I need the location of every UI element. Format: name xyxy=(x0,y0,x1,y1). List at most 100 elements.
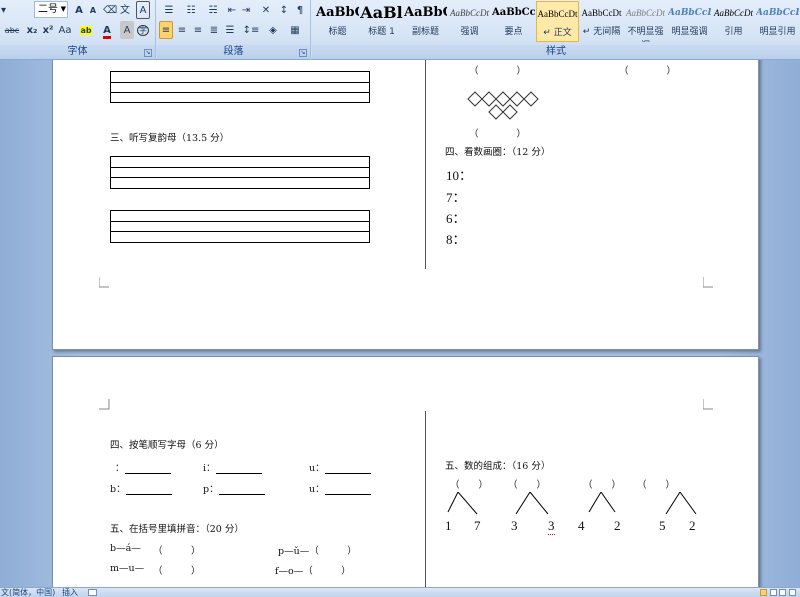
style-item[interactable]: AaBbCcDt 明显引用 xyxy=(756,1,799,42)
style-item[interactable]: AaBbCcD 要点 xyxy=(492,1,535,42)
show-marks-button[interactable]: ¶ xyxy=(293,1,307,19)
web-layout-view-icon[interactable] xyxy=(779,589,787,596)
style-item[interactable]: AaBbCcDt ↵ 正文 xyxy=(536,1,579,42)
border-grid-icon: ▦ xyxy=(290,25,300,36)
align-left-icon: ≡ xyxy=(161,25,171,36)
style-item[interactable]: AaBbC 副标题 xyxy=(404,1,447,42)
writing-box[interactable] xyxy=(110,210,370,243)
decomp-paren[interactable]: （ ） xyxy=(508,477,546,491)
letter-blank[interactable] xyxy=(324,465,371,474)
sort-icon: ↕ xyxy=(279,5,289,16)
highlight-button[interactable]: ab xyxy=(76,21,96,39)
borders-button[interactable]: ▦ xyxy=(285,21,305,39)
font-dialog-launcher[interactable]: ↘ xyxy=(144,49,152,57)
page-1[interactable]: 三、听写复韵母（13.5 分） ♡♡♡♡♡ ☆☆☆☆ （ ） （ ） xyxy=(52,60,759,350)
style-item[interactable]: AaBbCcDt 不明显强调 xyxy=(624,1,667,42)
pinyin-left-paren[interactable]: （ ） xyxy=(153,543,201,557)
style-item[interactable]: AaBbC 标题 xyxy=(316,1,359,42)
pinyin-right[interactable]: f—o—（ ） xyxy=(275,563,351,577)
align-left-button[interactable]: ≡ xyxy=(159,21,173,39)
ribbon: 二号 ▼ ▾ A A ⌫ 文 A abc x₂ x² Aa ab A A 字 字… xyxy=(0,0,800,60)
style-sample: AaBbCcDt xyxy=(581,8,622,18)
line-spacing-button[interactable]: ↕≡ xyxy=(241,21,261,39)
clear-format-button[interactable]: ⌫ xyxy=(102,1,117,19)
numbering-button[interactable]: ☷ xyxy=(181,1,201,19)
pinyin-left-paren[interactable]: （ ） xyxy=(153,563,201,577)
decomp-paren[interactable]: （ ） xyxy=(637,477,675,491)
distributed-button[interactable]: ☰ xyxy=(223,21,237,39)
superscript-button[interactable]: x² xyxy=(40,21,56,39)
paragraph-dialog-launcher[interactable]: ↘ xyxy=(299,49,307,57)
letter-blank[interactable] xyxy=(125,486,172,495)
style-name: 副标题 xyxy=(411,27,439,37)
style-item[interactable]: AaBbCcDt 强调 xyxy=(448,1,491,42)
writing-box[interactable] xyxy=(110,156,370,189)
count-item: 6： xyxy=(446,211,466,226)
highlight-label: ab xyxy=(80,26,92,35)
outline-view-icon[interactable] xyxy=(788,589,796,596)
language-indicator[interactable]: 文(简体，中国) xyxy=(1,588,55,597)
letter-item: u： xyxy=(309,481,371,495)
style-sample: AaBbCcDt xyxy=(450,8,489,18)
insert-mode-indicator[interactable]: 插入 xyxy=(62,588,78,597)
letter-blank[interactable] xyxy=(218,486,265,495)
align-center-button[interactable]: ≡ xyxy=(175,21,189,39)
sort-button[interactable]: ↕ xyxy=(277,1,291,19)
phonetic-guide-button[interactable]: 文 xyxy=(118,1,132,19)
bond-number: 1 xyxy=(445,518,452,533)
style-name: 要点 xyxy=(504,27,523,37)
letter-blank[interactable] xyxy=(324,486,371,495)
decomp-paren[interactable]: （ ） xyxy=(583,477,621,491)
decomp-paren[interactable]: （ ） xyxy=(450,477,488,491)
column-divider xyxy=(425,60,426,269)
writing-box[interactable] xyxy=(110,71,370,103)
style-item[interactable]: AaBbCcDt 明显强调 xyxy=(668,1,711,42)
style-item[interactable]: AaBbCcDt ↵ 无间隔 xyxy=(580,1,623,42)
shading-button[interactable]: ◈ xyxy=(263,21,283,39)
char-border-button[interactable]: A xyxy=(136,1,150,19)
justify-button[interactable]: ≣ xyxy=(207,21,221,39)
increase-indent-button[interactable]: ⇥ xyxy=(239,1,253,19)
shrink-font-button[interactable]: A xyxy=(86,1,100,19)
style-name: 标题 1 xyxy=(368,27,395,37)
decrease-indent-button[interactable]: ⇤ xyxy=(225,1,239,19)
char-shading-button[interactable]: A xyxy=(120,21,134,39)
letter-label: p： xyxy=(203,484,219,495)
letter-blank[interactable] xyxy=(215,465,262,474)
margin-corner-mark xyxy=(99,399,110,410)
font-size-combo[interactable]: 二号 ▼ xyxy=(34,1,68,18)
bond-number: 5 xyxy=(659,518,666,533)
grow-font-button[interactable]: A xyxy=(72,1,86,19)
section-5-title: 五、在括号里填拼音：（20 分） xyxy=(110,524,244,535)
change-case-button[interactable]: Aa xyxy=(56,21,74,39)
font-color-button[interactable]: A xyxy=(98,21,116,39)
multilevel-list-button[interactable]: ☵ xyxy=(203,1,223,19)
answer-paren-stars: （ ） xyxy=(619,66,677,77)
bullet-list-icon: ☰ xyxy=(164,5,174,16)
enclose-char-button[interactable]: 字 xyxy=(136,21,150,39)
styles-group-label-text: 样式 xyxy=(546,46,566,57)
style-item[interactable]: AaBbCcDt 引用 xyxy=(712,1,755,42)
subscript-button[interactable]: x₂ xyxy=(24,21,40,39)
align-center-icon: ≡ xyxy=(177,25,187,36)
outdent-icon: ⇤ xyxy=(227,5,237,16)
pinyin-right[interactable]: p—ǔ—（ ） xyxy=(278,543,357,557)
full-screen-view-icon[interactable] xyxy=(769,589,777,596)
letter-blank[interactable] xyxy=(124,465,171,474)
styles-group-label: 样式 xyxy=(312,45,800,59)
bullets-button[interactable]: ☰ xyxy=(159,1,179,19)
strikethrough-button[interactable]: abc xyxy=(0,21,24,39)
font-group-label: 字体 xyxy=(0,45,155,59)
letter-item: ： xyxy=(115,460,171,474)
style-sample: AaBbCcDt xyxy=(537,9,578,19)
macro-record-icon[interactable] xyxy=(88,589,97,596)
print-layout-view-icon[interactable] xyxy=(760,589,767,596)
align-right-button[interactable]: ≡ xyxy=(191,21,205,39)
dropdown-chevron-icon[interactable]: ▾ xyxy=(0,1,32,19)
paint-bucket-icon: ◈ xyxy=(269,25,277,36)
style-name: 不明显强调 xyxy=(627,27,664,42)
document-area[interactable]: 三、听写复韵母（13.5 分） ♡♡♡♡♡ ☆☆☆☆ （ ） （ ） xyxy=(0,60,800,587)
chinese-layout-button[interactable]: ✕ xyxy=(257,1,275,19)
style-item[interactable]: AaBl 标题 1 xyxy=(360,1,403,42)
page-2[interactable]: 四、按笔顺写字母（6 分） ： i： u： b： p： u： 五、在括号里填拼音… xyxy=(52,356,759,587)
